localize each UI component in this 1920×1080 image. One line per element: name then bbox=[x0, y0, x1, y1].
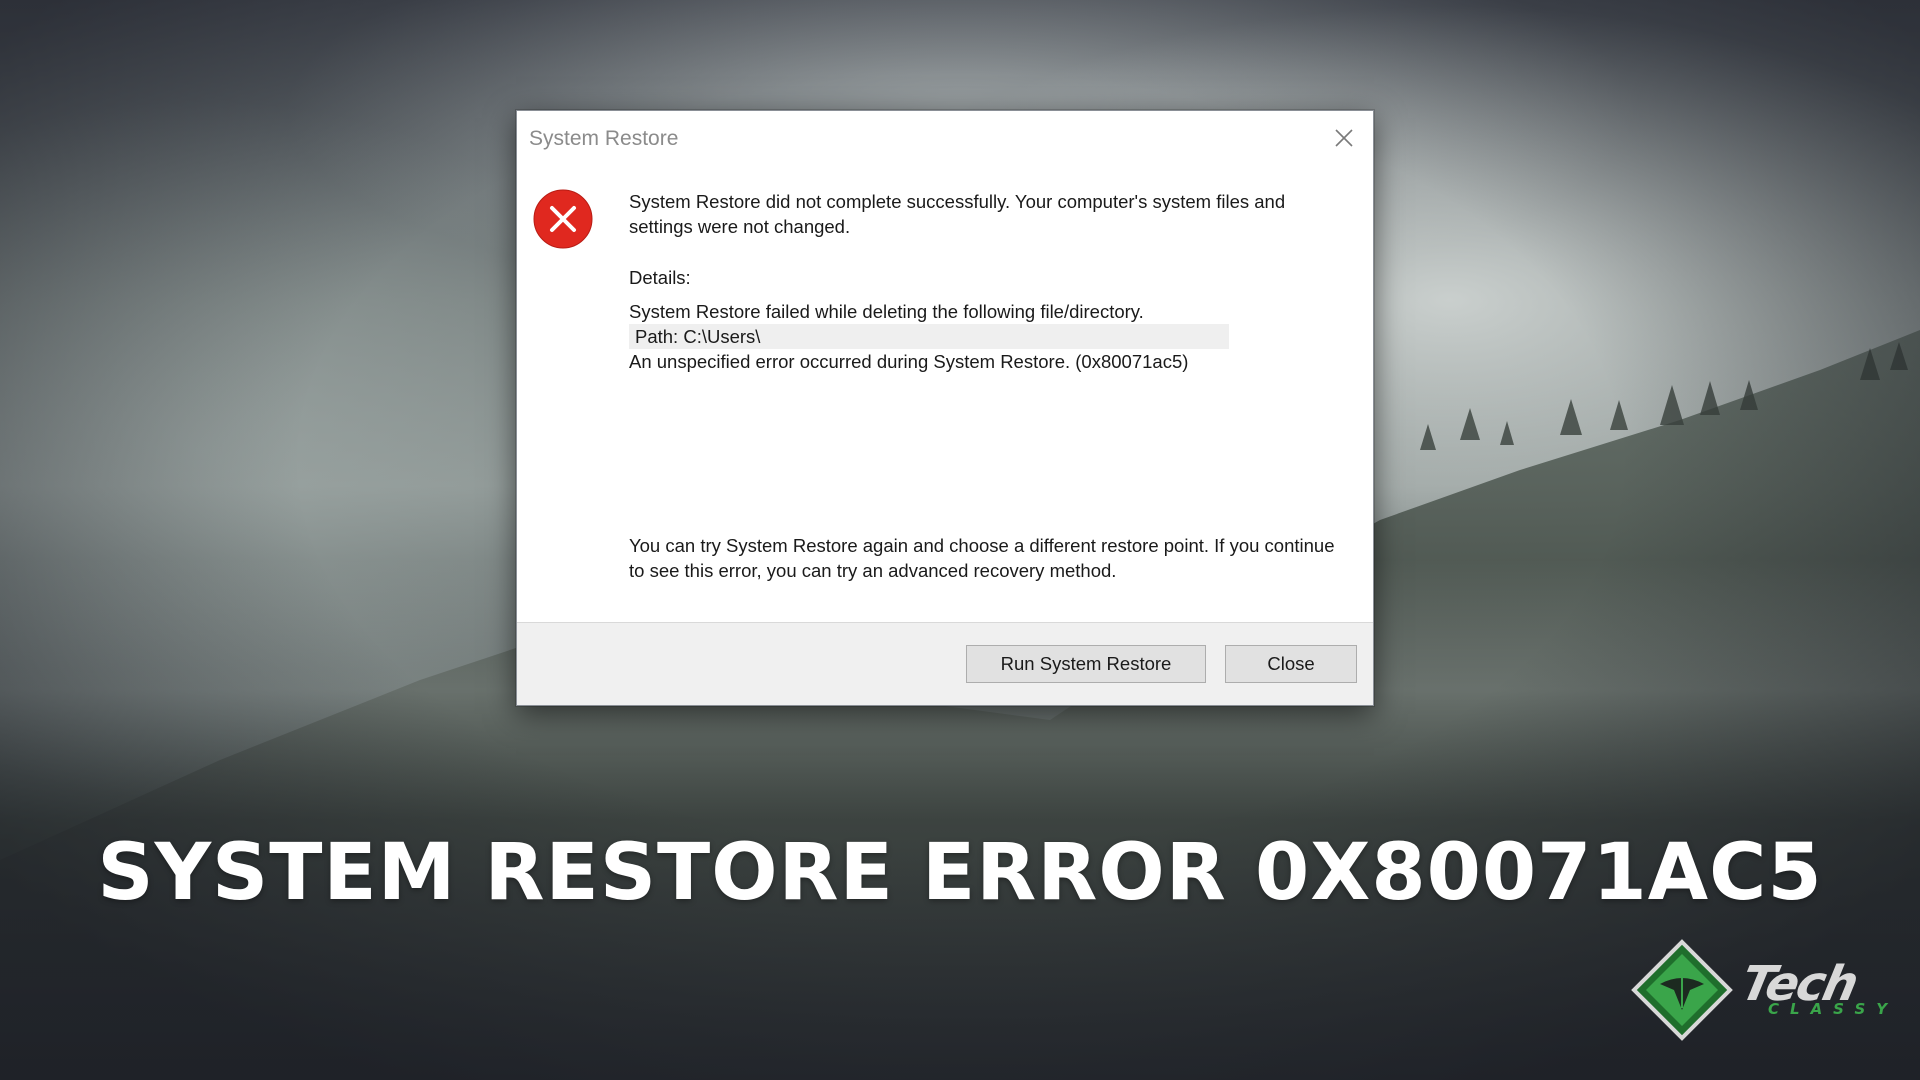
page-headline: SYSTEM RESTORE ERROR 0X80071AC5 bbox=[97, 828, 1823, 918]
dialog-footer: Run System Restore Close bbox=[517, 622, 1373, 705]
dialog-content: System Restore did not complete successf… bbox=[629, 189, 1349, 374]
run-system-restore-button[interactable]: Run System Restore bbox=[966, 645, 1206, 683]
background-scene: System Restore System Restore did not co… bbox=[0, 0, 1920, 1080]
details-error-code: An unspecified error occurred during Sys… bbox=[629, 351, 1189, 372]
techclassy-logo: Tech CLASSY bbox=[1630, 938, 1887, 1048]
logo-subtitle: CLASSY bbox=[1768, 1000, 1899, 1018]
details-line: System Restore failed while deleting the… bbox=[629, 301, 1144, 322]
recovery-hint: You can try System Restore again and cho… bbox=[629, 535, 1335, 581]
dialog-title: System Restore bbox=[529, 127, 679, 150]
close-button[interactable]: Close bbox=[1225, 645, 1357, 683]
logo-diamond-icon bbox=[1631, 939, 1733, 1041]
close-icon[interactable] bbox=[1331, 125, 1357, 151]
error-message: System Restore did not complete successf… bbox=[629, 191, 1286, 237]
error-x-icon bbox=[533, 189, 593, 249]
dialog-titlebar: System Restore bbox=[517, 111, 1373, 167]
details-label: Details: bbox=[629, 267, 691, 288]
details-path: Path: C:\Users\ bbox=[629, 324, 1229, 349]
system-restore-dialog: System Restore System Restore did not co… bbox=[516, 110, 1374, 706]
